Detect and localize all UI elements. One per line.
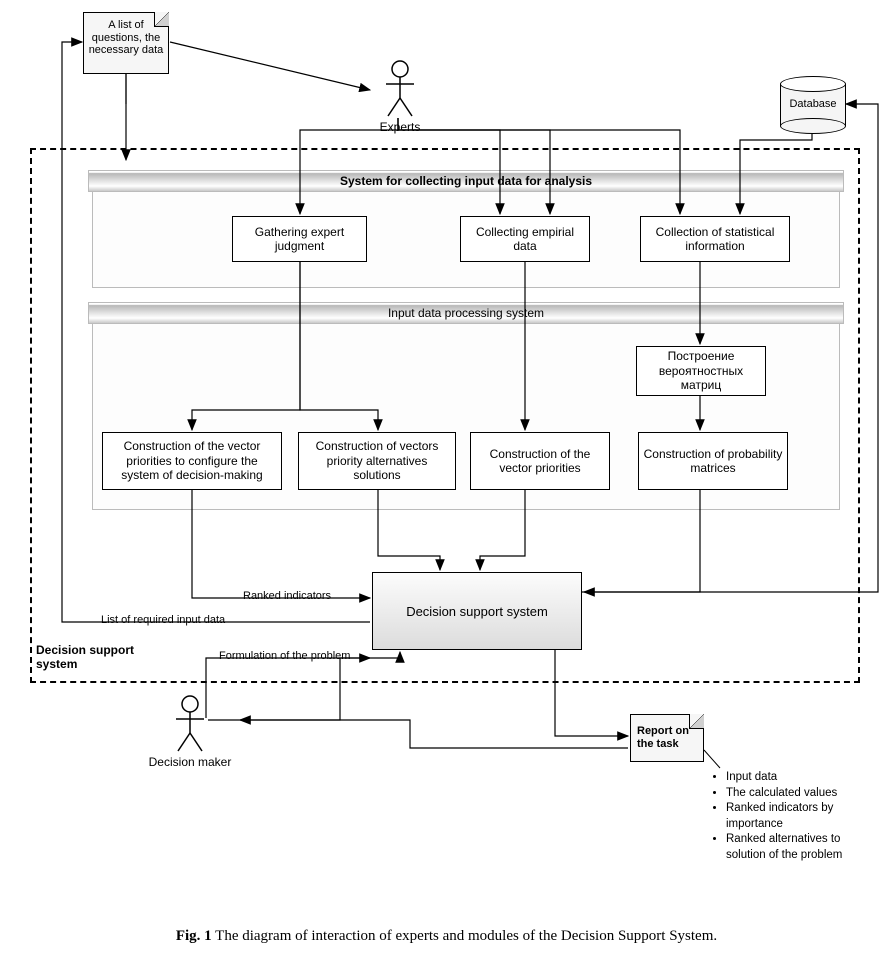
stick-figure-icon: [172, 695, 208, 753]
actor-decision-maker: Decision maker: [140, 695, 240, 769]
processing-title: Input data processing system: [388, 306, 544, 320]
actor-experts: Experts: [370, 60, 430, 134]
label-list-required: List of required input data: [100, 614, 226, 626]
note-report-text: Report on the task: [637, 725, 689, 750]
report-item: Ranked alternatives to solution of the p…: [726, 832, 880, 863]
diagram-canvas: Decision support system A list of questi…: [0, 0, 893, 910]
decision-maker-label: Decision maker: [140, 755, 240, 769]
label-formulation: Formulation of the problem: [218, 650, 351, 662]
box-vector-priorities-text: Construction of the vector priorities: [475, 447, 605, 476]
box-vector-config-text: Construction of the vector priorities to…: [107, 439, 277, 482]
label-ranked-indicators: Ranked indicators: [242, 590, 332, 602]
caption-text: The diagram of interaction of experts an…: [212, 928, 717, 944]
report-item: The calculated values: [726, 786, 880, 802]
box-collect-statistical-text: Collection of statistical information: [645, 225, 785, 254]
box-prob-matrices-text: Construction of probability matrices: [643, 447, 783, 476]
input-collection-title: System for collecting input data for ana…: [340, 174, 592, 188]
box-prob-matrix-ru: Построение вероятностных матриц: [636, 346, 766, 396]
report-list: Input data The calculated values Ranked …: [710, 770, 880, 863]
box-vector-alternatives: Construction of vectors priority alterna…: [298, 432, 456, 490]
processing-title-bar: Input data processing system: [88, 302, 844, 324]
report-item: Ranked indicators by importance: [726, 801, 880, 832]
dss-box-text: Decision support system: [406, 604, 548, 619]
box-vector-config: Construction of the vector priorities to…: [102, 432, 282, 490]
database-label: Database: [780, 98, 846, 110]
note-questions: A list of questions, the necessary data: [83, 12, 169, 74]
dss-box: Decision support system: [372, 572, 582, 650]
caption-bold: Fig. 1: [176, 928, 212, 944]
box-prob-matrices: Construction of probability matrices: [638, 432, 788, 490]
box-prob-matrix-ru-text: Построение вероятностных матриц: [641, 349, 761, 392]
note-questions-text: A list of questions, the necessary data: [89, 19, 164, 56]
dss-frame-label: Decision support system: [36, 644, 166, 672]
box-vector-alternatives-text: Construction of vectors priority alterna…: [303, 439, 451, 482]
figure-caption: Fig. 1 The diagram of interaction of exp…: [0, 910, 893, 953]
experts-label: Experts: [370, 120, 430, 134]
box-collect-empirical: Collecting empirial data: [460, 216, 590, 262]
note-report: Report on the task: [630, 714, 704, 762]
box-gather-expert: Gathering expert judgment: [232, 216, 367, 262]
input-collection-title-bar: System for collecting input data for ana…: [88, 170, 844, 192]
box-collect-empirical-text: Collecting empirial data: [465, 225, 585, 254]
database-cylinder: Database: [780, 76, 846, 134]
box-vector-priorities: Construction of the vector priorities: [470, 432, 610, 490]
stick-figure-icon: [382, 60, 418, 118]
box-gather-expert-text: Gathering expert judgment: [237, 225, 362, 254]
box-collect-statistical: Collection of statistical information: [640, 216, 790, 262]
report-item: Input data: [726, 770, 880, 786]
